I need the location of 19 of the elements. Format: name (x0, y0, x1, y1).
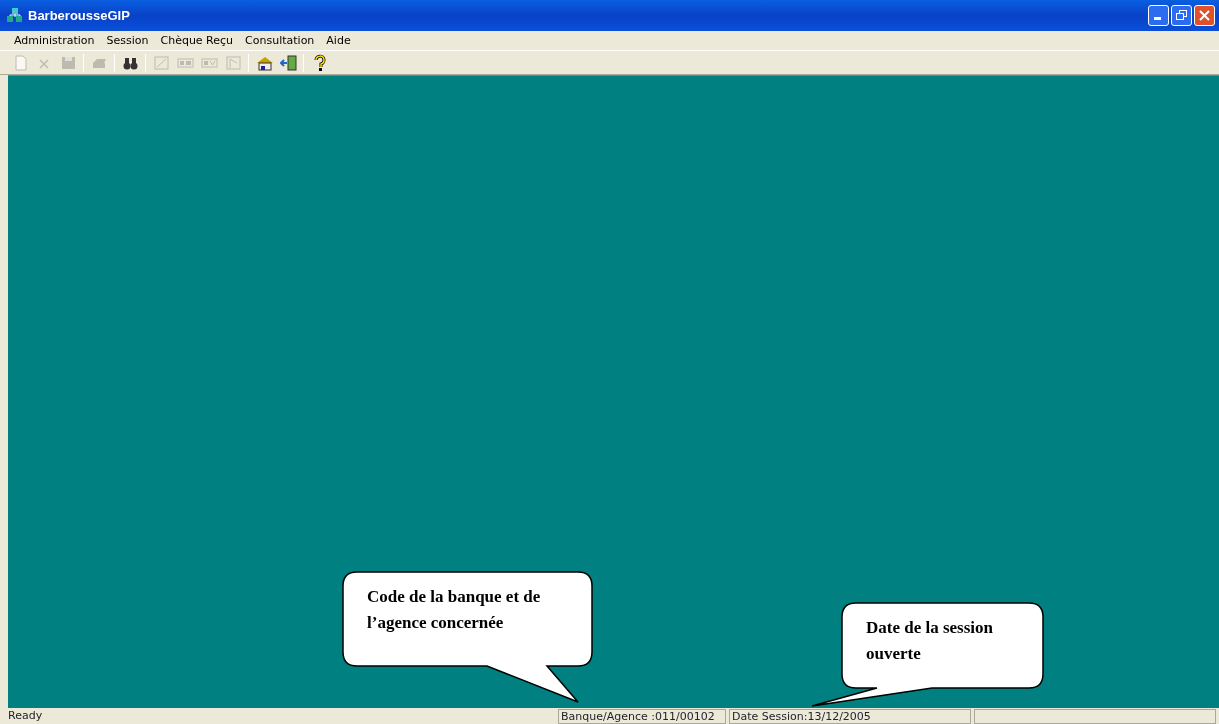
restore-button[interactable] (1171, 5, 1192, 26)
callout-text: Code de la banque et de l’agence concernée (367, 586, 542, 634)
status-panel: Date Session:13/12/2005 (729, 708, 971, 724)
close-button[interactable] (1194, 5, 1215, 26)
menu-item[interactable]: Chèque Reçu (154, 31, 240, 50)
house-icon[interactable] (255, 54, 273, 71)
door-arrow-icon[interactable] (279, 54, 297, 71)
status-message: Ready (7, 707, 44, 724)
app-logo-icon (6, 6, 24, 25)
status-panel: Banque/Agence :011/00102 (558, 708, 726, 724)
window-title: BarberousseGIP (28, 6, 130, 25)
menu-item[interactable]: Session (100, 31, 155, 50)
menu-item[interactable]: Consultation (239, 31, 321, 50)
menu-item[interactable]: Aide (320, 31, 357, 50)
minimize-button[interactable] (1148, 5, 1169, 26)
restore-icon[interactable] (1176, 10, 1187, 21)
close-icon[interactable] (1199, 10, 1210, 21)
menu-item[interactable]: Administration (8, 31, 101, 50)
callout-text: Date de la session ouverte (866, 617, 995, 665)
